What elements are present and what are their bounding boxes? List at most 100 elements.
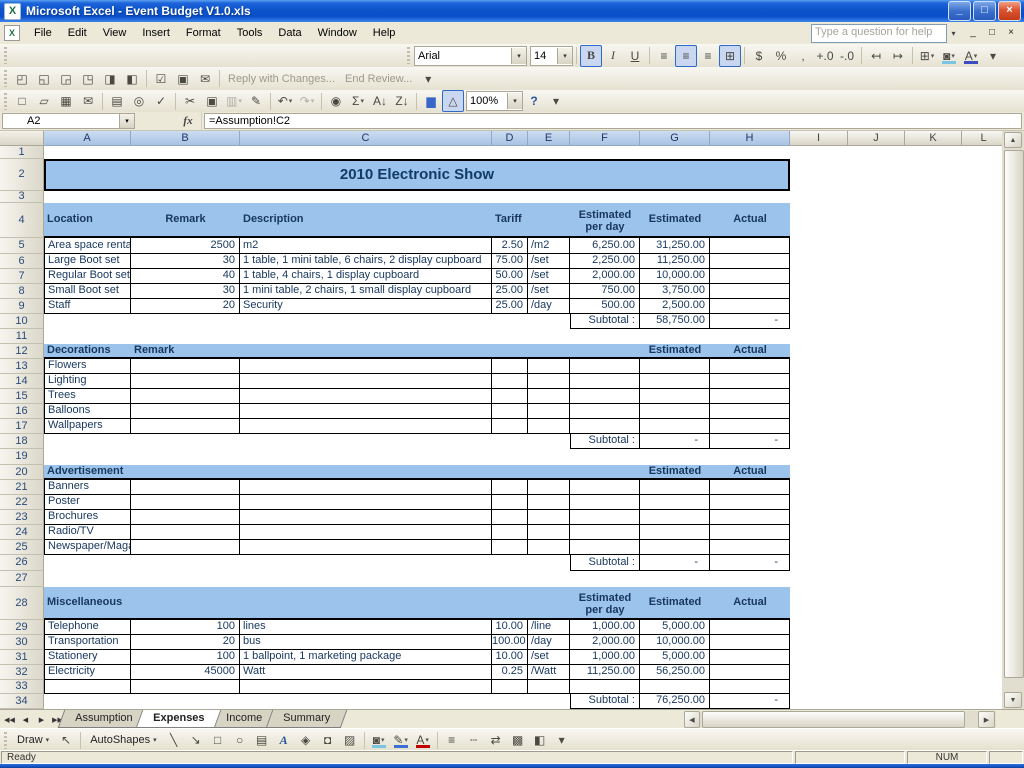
cell-G21[interactable] — [640, 480, 710, 495]
cell-A7[interactable]: Regular Boot set — [44, 269, 131, 284]
cell-C14[interactable] — [240, 374, 492, 389]
cell-E24[interactable] — [528, 525, 570, 540]
cell-F4[interactable]: Estimated per day — [570, 203, 640, 238]
cell-F9[interactable]: 500.00 — [570, 299, 640, 314]
cell-E14[interactable] — [528, 374, 570, 389]
cut-icon[interactable]: ✂ — [179, 90, 201, 112]
wordart-icon[interactable]: A — [273, 729, 295, 751]
cell-F15[interactable] — [570, 389, 640, 404]
cell-F32[interactable]: 11,250.00 — [570, 665, 640, 680]
cell-D30[interactable]: 100.00 — [492, 635, 528, 650]
cell-A29[interactable]: Telephone — [44, 620, 131, 635]
cell-B21[interactable] — [131, 480, 240, 495]
scroll-down-icon[interactable]: ▼ — [1004, 692, 1022, 708]
toolbar-options-icon[interactable]: ▾ — [545, 90, 567, 112]
first-sheet-icon[interactable]: ◀◀ — [2, 712, 17, 727]
cell-G24[interactable] — [640, 525, 710, 540]
cell-F7[interactable]: 2,000.00 — [570, 269, 640, 284]
autoshapes-menu-button[interactable]: AutoShapes ▾ — [84, 732, 162, 748]
row-header-3[interactable]: 3 — [0, 191, 44, 203]
window-minimize-button[interactable]: _ — [964, 25, 982, 41]
cell-C7[interactable]: 1 table, 4 chairs, 1 display cupboard — [240, 269, 492, 284]
cell-D31[interactable]: 10.00 — [492, 650, 528, 665]
cell-D32[interactable]: 0.25 — [492, 665, 528, 680]
column-header-K[interactable]: K — [905, 131, 962, 146]
cell-H15[interactable] — [710, 389, 790, 404]
cell-H8[interactable] — [710, 284, 790, 299]
cell-E32[interactable]: /Watt — [528, 665, 570, 680]
cell-A12[interactable]: Decorations — [44, 344, 131, 359]
cell-E30[interactable]: /day — [528, 635, 570, 650]
cell-C31[interactable]: 1 ballpoint, 1 marketing package — [240, 650, 492, 665]
cell-E31[interactable]: /set — [528, 650, 570, 665]
row-header-11[interactable]: 11 — [0, 329, 44, 344]
column-header-L[interactable]: L — [962, 131, 1002, 146]
cell-B22[interactable] — [131, 495, 240, 510]
cell-G5[interactable]: 31,250.00 — [640, 238, 710, 254]
cell-A15[interactable]: Trees — [44, 389, 131, 404]
menu-format[interactable]: Format — [178, 24, 229, 42]
row-header-8[interactable]: 8 — [0, 284, 44, 299]
row-header-18[interactable]: 18 — [0, 434, 44, 449]
delete-comment-icon[interactable]: ◧ — [121, 68, 143, 90]
row-header-31[interactable]: 31 — [0, 650, 44, 665]
dash-style-icon[interactable]: ┄ — [463, 729, 485, 751]
toolbar-options-icon[interactable]: ▾ — [982, 45, 1004, 67]
cell-B14[interactable] — [131, 374, 240, 389]
cell-B9[interactable]: 20 — [131, 299, 240, 314]
cell-F30[interactable]: 2,000.00 — [570, 635, 640, 650]
row-header-14[interactable]: 14 — [0, 374, 44, 389]
cell-G25[interactable] — [640, 540, 710, 555]
cell-E7[interactable]: /set — [528, 269, 570, 284]
cell-F22[interactable] — [570, 495, 640, 510]
cell-D21[interactable] — [492, 480, 528, 495]
cell-B7[interactable]: 40 — [131, 269, 240, 284]
align-center-icon[interactable]: ≡ — [675, 45, 697, 67]
cell-E13[interactable] — [528, 359, 570, 374]
cell-D29[interactable]: 10.00 — [492, 620, 528, 635]
row-header-22[interactable]: 22 — [0, 495, 44, 510]
cell-A32[interactable]: Electricity — [44, 665, 131, 680]
cell-F16[interactable] — [570, 404, 640, 419]
row-header-7[interactable]: 7 — [0, 269, 44, 284]
column-header-E[interactable]: E — [528, 131, 570, 146]
toolbar-options-icon[interactable]: ▾ — [417, 71, 439, 87]
cell-H21[interactable] — [710, 480, 790, 495]
cell-G26[interactable]: - — [640, 555, 710, 571]
italic-icon[interactable]: I — [602, 45, 624, 67]
fill-color-icon[interactable]: ◙▾ — [938, 45, 960, 67]
mail-recipient-icon[interactable]: ✉ — [194, 68, 216, 90]
cell-H30[interactable] — [710, 635, 790, 650]
line-style-icon[interactable]: ≡ — [441, 729, 463, 751]
cell-G13[interactable] — [640, 359, 710, 374]
cell-H5[interactable] — [710, 238, 790, 254]
cell-G30[interactable]: 10,000.00 — [640, 635, 710, 650]
row-header-4[interactable]: 4 — [0, 203, 44, 238]
font-color-icon[interactable]: A▾ — [412, 729, 434, 751]
underline-icon[interactable]: U — [624, 45, 646, 67]
name-box-dropdown-icon[interactable]: ▾ — [120, 113, 135, 129]
font-name-combo[interactable]: Arial ▾ — [414, 46, 527, 66]
cell-F28[interactable]: Estimated per day — [570, 587, 640, 620]
cell-E22[interactable] — [528, 495, 570, 510]
cell-H7[interactable] — [710, 269, 790, 284]
cell-E5[interactable]: /m2 — [528, 238, 570, 254]
row-header-27[interactable]: 27 — [0, 571, 44, 587]
redo-icon[interactable]: ↷▾ — [296, 90, 318, 112]
arrow-style-icon[interactable]: ⇄ — [485, 729, 507, 751]
row-header-34[interactable]: 34 — [0, 694, 44, 709]
borders-icon[interactable]: ⊞▾ — [916, 45, 938, 67]
fill-color-icon[interactable]: ◙▾ — [368, 729, 390, 751]
cell-F14[interactable] — [570, 374, 640, 389]
cell-G23[interactable] — [640, 510, 710, 525]
cell-C9[interactable]: Security — [240, 299, 492, 314]
cell-C25[interactable] — [240, 540, 492, 555]
cell-D7[interactable]: 50.00 — [492, 269, 528, 284]
comma-style-icon[interactable]: , — [792, 45, 814, 67]
cell-D8[interactable]: 25.00 — [492, 284, 528, 299]
cell-A28[interactable]: Miscellaneous — [44, 587, 131, 620]
row-header-33[interactable]: 33 — [0, 680, 44, 694]
draw-menu-button[interactable]: Draw ▾ — [11, 732, 55, 748]
row-header-17[interactable]: 17 — [0, 419, 44, 434]
cell-C16[interactable] — [240, 404, 492, 419]
